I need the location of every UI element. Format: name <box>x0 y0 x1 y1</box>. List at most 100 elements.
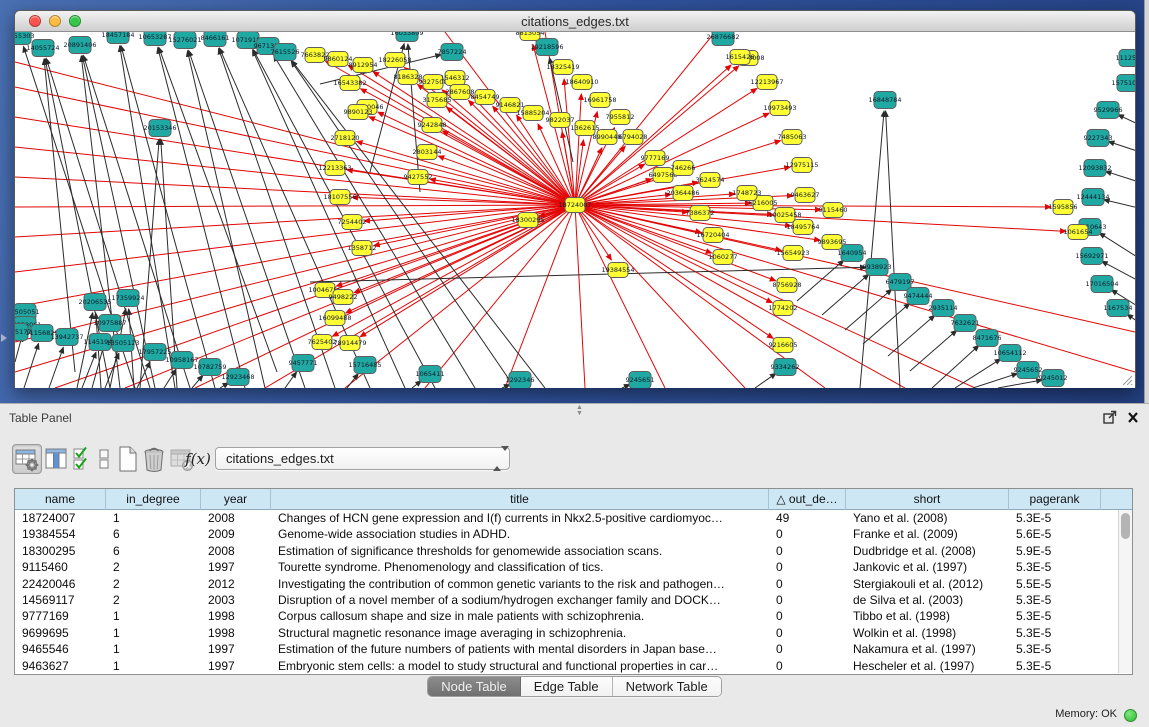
select-columns-button[interactable] <box>70 444 94 474</box>
delete-column-button[interactable] <box>140 444 168 474</box>
table-row[interactable]: 1872400712008Changes of HCN gene express… <box>15 510 1118 526</box>
cell-in_degree[interactable]: 2 <box>106 576 201 592</box>
cell-in_degree[interactable]: 1 <box>106 608 201 624</box>
cell-pagerank[interactable]: 5.3E-5 <box>1009 625 1101 641</box>
cell-out_de[interactable]: 0 <box>769 625 846 641</box>
cell-pagerank[interactable]: 5.3E-5 <box>1009 658 1101 674</box>
cell-pagerank[interactable]: 5.3E-5 <box>1009 559 1101 575</box>
function-builder-button[interactable]: f(x) <box>183 444 213 474</box>
cell-short[interactable]: Tibbo et al. (1998) <box>846 608 1009 624</box>
table-row[interactable]: 977716911998Corpus callosum shape and si… <box>15 608 1118 624</box>
row-selection-button[interactable] <box>96 444 112 474</box>
column-header-in_degree[interactable]: in_degree <box>106 489 201 510</box>
cell-short[interactable]: Nakamura et al. (1997) <box>846 641 1009 657</box>
scrollbar-thumb[interactable] <box>1121 513 1130 539</box>
cell-pagerank[interactable]: 5.3E-5 <box>1009 592 1101 608</box>
cell-name[interactable]: 18300295 <box>15 543 106 559</box>
cell-title[interactable]: Corpus callosum shape and size in male p… <box>271 608 769 624</box>
cell-out_de[interactable]: 0 <box>769 608 846 624</box>
cell-title[interactable]: Investigating the contribution of common… <box>271 576 769 592</box>
cell-title[interactable]: Tourette syndrome. Phenomenology and cla… <box>271 559 769 575</box>
cell-out_de[interactable]: 49 <box>769 510 846 526</box>
cell-year[interactable]: 2008 <box>201 510 271 526</box>
column-header-name[interactable]: name <box>15 489 106 510</box>
cell-in_degree[interactable]: 2 <box>106 559 201 575</box>
column-header-pagerank[interactable]: pagerank <box>1009 489 1101 510</box>
window-resize-grip[interactable] <box>1120 373 1133 386</box>
cell-out_de[interactable]: 0 <box>769 592 846 608</box>
cell-in_degree[interactable]: 1 <box>106 510 201 526</box>
cell-out_de[interactable]: 0 <box>769 658 846 674</box>
cell-title[interactable]: Estimation of significance thresholds fo… <box>271 543 769 559</box>
cell-title[interactable]: Embryonic stem cells: a model to study s… <box>271 658 769 674</box>
cell-title[interactable]: Disruption of a novel member of a sodium… <box>271 592 769 608</box>
cell-short[interactable]: Franke et al. (2009) <box>846 526 1009 542</box>
network-view-window[interactable]: citations_edges.txt 18724007205530314055… <box>14 10 1136 388</box>
cell-year[interactable]: 2009 <box>201 526 271 542</box>
create-column-button[interactable] <box>114 444 142 474</box>
cell-pagerank[interactable]: 5.9E-5 <box>1009 543 1101 559</box>
show-columns-button[interactable] <box>42 444 70 474</box>
column-header-year[interactable]: year <box>201 489 271 510</box>
cell-pagerank[interactable]: 5.6E-5 <box>1009 526 1101 542</box>
column-header-short[interactable]: short <box>846 489 1009 510</box>
cell-name[interactable]: 9777169 <box>15 608 106 624</box>
tab-edge-table[interactable]: Edge Table <box>521 677 613 696</box>
cell-pagerank[interactable]: 5.3E-5 <box>1009 510 1101 526</box>
citation-network-graph[interactable]: 1872400720553031405572420891406184571841… <box>15 32 1135 388</box>
cell-pagerank[interactable]: 5.5E-5 <box>1009 576 1101 592</box>
column-header-title[interactable]: title <box>271 489 769 510</box>
table-row[interactable]: 1830029562008Estimation of significance … <box>15 543 1118 559</box>
cell-year[interactable]: 1997 <box>201 658 271 674</box>
cell-name[interactable]: 9463627 <box>15 658 106 674</box>
cell-in_degree[interactable]: 6 <box>106 543 201 559</box>
splitter-grip-icon[interactable]: ▲▼ <box>575 405 585 411</box>
cell-short[interactable]: Hescheler et al. (1997) <box>846 658 1009 674</box>
table-mode-button[interactable] <box>12 444 42 474</box>
cell-short[interactable]: Stergiakouli et al. (2012) <box>846 576 1009 592</box>
cell-title[interactable]: Genome-wide association studies in ADHD. <box>271 526 769 542</box>
cell-pagerank[interactable]: 5.3E-5 <box>1009 641 1101 657</box>
cell-in_degree[interactable]: 1 <box>106 658 201 674</box>
cell-out_de[interactable]: 0 <box>769 526 846 542</box>
cell-year[interactable]: 1997 <box>201 641 271 657</box>
cell-name[interactable]: 9699695 <box>15 625 106 641</box>
cell-pagerank[interactable]: 5.3E-5 <box>1009 608 1101 624</box>
close-panel-icon[interactable] <box>1127 411 1139 424</box>
table-vertical-scrollbar[interactable] <box>1118 510 1132 673</box>
cell-name[interactable]: 9115460 <box>15 559 106 575</box>
table-row[interactable]: 946362711997Embryonic stem cells: a mode… <box>15 658 1118 674</box>
table-row[interactable]: 946554611997Estimation of the future num… <box>15 641 1118 657</box>
cell-short[interactable]: Jankovic et al. (1997) <box>846 559 1009 575</box>
table-row[interactable]: 1938455462009Genome-wide association stu… <box>15 526 1118 542</box>
cell-out_de[interactable]: 0 <box>769 543 846 559</box>
tab-network-table[interactable]: Network Table <box>613 677 721 696</box>
cell-short[interactable]: Dudbridge et al. (2008) <box>846 543 1009 559</box>
cell-year[interactable]: 1997 <box>201 559 271 575</box>
cell-in_degree[interactable]: 6 <box>106 526 201 542</box>
cell-year[interactable]: 2003 <box>201 592 271 608</box>
cell-year[interactable]: 1998 <box>201 608 271 624</box>
cell-in_degree[interactable]: 1 <box>106 625 201 641</box>
cell-title[interactable]: Estimation of the future numbers of pati… <box>271 641 769 657</box>
cell-name[interactable]: 18724007 <box>15 510 106 526</box>
table-row[interactable]: 969969511998Structural magnetic resonanc… <box>15 625 1118 641</box>
cell-out_de[interactable]: 0 <box>769 576 846 592</box>
cell-title[interactable]: Changes of HCN gene expression and I(f) … <box>271 510 769 526</box>
cell-in_degree[interactable]: 1 <box>106 641 201 657</box>
cell-name[interactable]: 14569117 <box>15 592 106 608</box>
cell-year[interactable]: 2012 <box>201 576 271 592</box>
window-titlebar[interactable]: citations_edges.txt <box>15 11 1135 32</box>
table-row[interactable]: 2242004622012Investigating the contribut… <box>15 576 1118 592</box>
network-graph-canvas[interactable]: 1872400720553031405572420891406184571841… <box>15 32 1135 388</box>
cell-name[interactable]: 9465546 <box>15 641 106 657</box>
table-row[interactable]: 911546021997Tourette syndrome. Phenomeno… <box>15 559 1118 575</box>
cell-in_degree[interactable]: 2 <box>106 592 201 608</box>
cell-name[interactable]: 19384554 <box>15 526 106 542</box>
cell-short[interactable]: de Silva et al. (2003) <box>846 592 1009 608</box>
cell-title[interactable]: Structural magnetic resonance image aver… <box>271 625 769 641</box>
tab-node-table[interactable]: Node Table <box>428 677 521 696</box>
table-row[interactable]: 1456911722003Disruption of a novel membe… <box>15 592 1118 608</box>
table-selector-dropdown[interactable]: citations_edges.txt <box>215 447 510 470</box>
cell-name[interactable]: 22420046 <box>15 576 106 592</box>
